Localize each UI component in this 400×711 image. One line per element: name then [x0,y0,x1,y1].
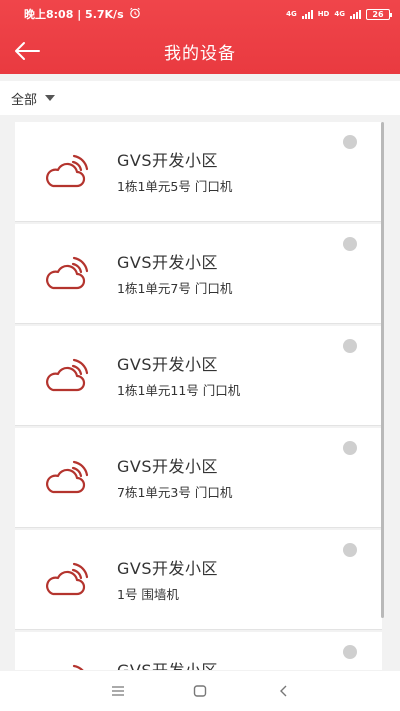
page-title: 我的设备 [164,43,236,64]
arrow-left-icon [15,42,40,60]
device-name: GVS开发小区 [117,253,219,272]
cloud-signal-icon [46,154,89,188]
app-header: 晚上8:08 | 5.7K/s 4G HD 4G 26 我的设备 [0,0,400,74]
filter-label: 全部 [11,92,38,108]
status-dot [343,441,357,455]
battery-icon: 26 [366,8,392,20]
device-desc: 1栋1单元11号 门口机 [117,383,241,398]
device-name: GVS开发小区 [117,457,219,476]
device-card[interactable]: GVS开发小区 1栋1单元7号 门口机 [15,224,382,324]
status-dot [343,339,357,353]
device-name: GVS开发小区 [117,657,218,670]
device-card[interactable]: GVS开发小区 1栋1单元5号 门口机 [15,122,382,222]
device-name: GVS开发小区 [117,355,219,374]
device-desc: 1栋1单元7号 门口机 [117,281,233,296]
cloud-signal-icon [46,562,89,596]
device-card[interactable]: GVS开发小区 1号 围墙机 [15,530,382,630]
status-dot [343,645,357,659]
signal-icon [301,9,313,19]
device-list[interactable]: GVS开发小区 1栋1单元5号 门口机 GVS开发小区 1栋1单元7号 门口机 … [15,122,385,670]
back-chevron-icon[interactable] [275,683,293,699]
status-bar: 晚上8:08 | 5.7K/s 4G HD 4G 26 [0,0,400,28]
status-time-speed: 晚上8:08 | 5.7K/s [24,8,124,21]
status-left: 晚上8:08 | 5.7K/s [24,6,141,22]
cloud-signal-icon [72,664,84,670]
device-card[interactable]: GVS开发小区 7栋1单元3号 门口机 [15,428,382,528]
network-badge-hd: HD [317,10,330,18]
status-dot [343,237,357,251]
caret-down-icon [45,95,56,101]
home-square-icon[interactable] [191,683,209,699]
status-right: 4G HD 4G 26 [286,8,392,20]
menu-icon[interactable] [109,683,127,699]
system-nav-bar [0,671,400,711]
device-name: GVS开发小区 [117,559,219,578]
status-dot [343,543,357,557]
device-desc: 1号 围墙机 [117,587,179,602]
nav-bar: 我的设备 [0,28,400,74]
cloud-signal-icon [46,256,89,290]
cloud-signal-icon [46,460,89,494]
device-card[interactable]: GVS开发小区 1栋1单元11号 门口机 [15,326,382,426]
device-desc: 1栋1单元5号 门口机 [117,179,233,194]
device-card[interactable]: GVS开发小区 [15,632,382,670]
filter-dropdown[interactable]: 全部 [0,81,400,115]
network-badge-4g: 4G [286,10,297,18]
cloud-signal-icon [46,358,89,392]
back-button[interactable] [12,37,42,65]
network-badge-4g-2: 4G [334,10,345,18]
device-desc: 7栋1单元3号 门口机 [117,485,233,500]
status-dot [343,135,357,149]
signal-icon-2 [350,9,361,19]
alarm-icon [129,7,141,22]
device-name: GVS开发小区 [117,151,219,170]
scrollbar[interactable] [381,122,384,618]
